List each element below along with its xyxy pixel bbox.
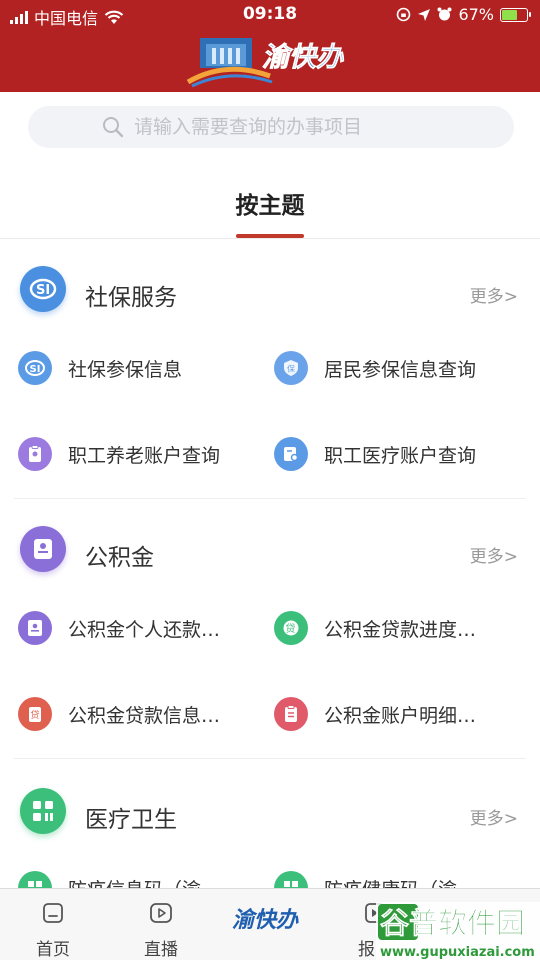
medical-grid-icon <box>20 788 66 834</box>
service-item[interactable]: 公积金个人还款… <box>18 608 220 648</box>
service-item[interactable]: 防疫健康码（渝 <box>274 868 457 888</box>
service-item[interactable]: 贷 公积金贷款信息… <box>18 694 220 734</box>
watermark-logo: 谷普软件园 www.gupuxiazai.com <box>376 902 540 960</box>
app-logo: 渝快办 <box>186 38 344 88</box>
item-label: 职工养老账户查询 <box>68 444 221 467</box>
service-item[interactable]: 保 居民参保信息查询 <box>274 348 476 388</box>
alarm-icon <box>437 7 452 21</box>
watermark-brand: 谷普软件园 <box>380 906 525 940</box>
service-item[interactable]: SI 社保参保信息 <box>18 348 182 388</box>
item-label: 公积金账户明细… <box>324 704 477 727</box>
service-item[interactable]: 公积金账户明细… <box>274 694 476 734</box>
section-divider <box>14 498 526 499</box>
item-label: 防疫信息码（渝 <box>68 875 201 889</box>
more-link[interactable]: 更多> <box>470 542 518 567</box>
service-item[interactable]: 职工医疗账户查询 <box>274 434 476 474</box>
social-security-icon: SI <box>20 266 66 312</box>
nav-live[interactable]: 直播 <box>126 889 196 960</box>
item-label: 公积金个人还款… <box>68 618 221 641</box>
account-detail-icon <box>274 697 308 731</box>
svg-text:SI: SI <box>30 364 41 375</box>
svg-text:贷: 贷 <box>286 622 296 635</box>
service-item[interactable]: 防疫信息码（渝 <box>18 868 201 888</box>
app-header: 中国电信 09:18 67% 渝快办 <box>0 0 540 92</box>
home-icon <box>43 903 63 923</box>
section-medical-health: 医疗卫生 更多> 防疫信息码（渝 防疫健康码（渝 <box>0 782 540 888</box>
section-title: 社保服务 <box>85 285 177 311</box>
tab-divider <box>0 238 540 239</box>
section-social-security: SI 社保服务 更多> SI 社保参保信息 保 居民参保信息查询 职工养老账户查… <box>0 262 540 502</box>
nav-home[interactable]: 首页 <box>18 889 88 960</box>
location-icon <box>418 8 431 21</box>
svg-text:保: 保 <box>287 364 295 374</box>
battery-percent: 67% <box>458 5 494 24</box>
status-bar: 中国电信 09:18 67% <box>0 0 540 30</box>
item-label: 公积金贷款进度… <box>324 618 477 641</box>
item-label: 防疫健康码（渝 <box>324 875 457 889</box>
pension-clipboard-icon <box>18 437 52 471</box>
housing-fund-icon <box>20 526 66 572</box>
play-icon <box>150 903 172 923</box>
item-label: 居民参保信息查询 <box>324 358 477 381</box>
search-input[interactable] <box>134 106 494 148</box>
medical-search-icon <box>274 437 308 471</box>
more-link[interactable]: 更多> <box>470 804 518 829</box>
section-title: 公积金 <box>85 545 154 571</box>
logo-text: 渝快办 <box>262 42 344 73</box>
id-card-icon <box>18 611 52 645</box>
more-link[interactable]: 更多> <box>470 282 518 307</box>
nav-label: 直播 <box>144 940 178 960</box>
battery-icon <box>500 7 531 22</box>
nav-label: 首页 <box>36 940 70 960</box>
svg-text:贷: 贷 <box>31 709 40 721</box>
section-housing-fund: 公积金 更多> 公积金个人还款… 贷 公积金贷款进度… 贷 公积金贷款信息… 公… <box>0 522 540 762</box>
service-item[interactable]: 贷 公积金贷款进度… <box>274 608 476 648</box>
center-logo-text: 渝快办 <box>232 907 299 933</box>
tab-by-theme[interactable]: 按主题 <box>200 186 340 220</box>
shield-icon: 保 <box>274 351 308 385</box>
item-label: 公积金贷款信息… <box>68 704 221 727</box>
social-card-icon: SI <box>18 351 52 385</box>
search-bar[interactable] <box>28 106 514 148</box>
lock-rotation-icon <box>397 7 411 22</box>
health-code-icon <box>274 871 308 888</box>
watermark-url: www.gupuxiazai.com <box>380 945 535 960</box>
section-divider <box>14 758 526 759</box>
svg-text:SI: SI <box>36 283 50 298</box>
item-label: 职工医疗账户查询 <box>324 444 477 467</box>
epidemic-code-icon <box>18 871 52 888</box>
nav-center-logo[interactable]: 渝快办 <box>228 901 318 937</box>
service-item[interactable]: 职工养老账户查询 <box>18 434 220 474</box>
loan-progress-icon: 贷 <box>274 611 308 645</box>
search-icon <box>103 117 124 138</box>
item-label: 社保参保信息 <box>68 358 183 381</box>
section-title: 医疗卫生 <box>85 807 177 833</box>
loan-info-icon: 贷 <box>18 697 52 731</box>
